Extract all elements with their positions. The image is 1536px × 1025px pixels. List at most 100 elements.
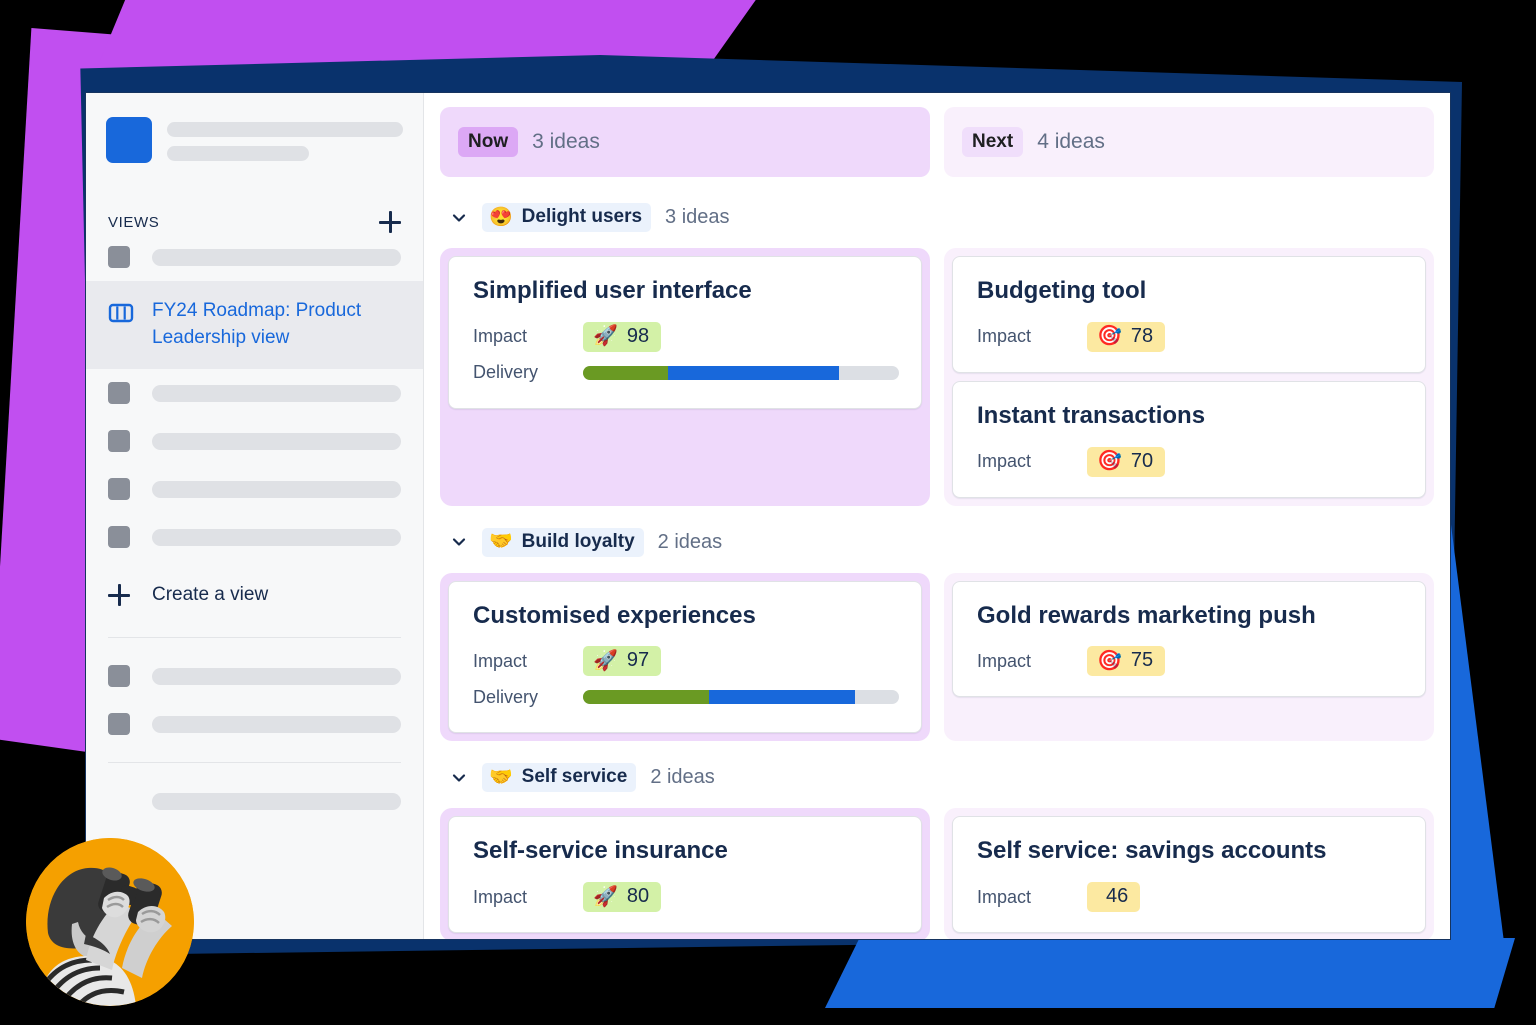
board-area: Now 3 ideas Next 4 ideas 😍 Delight users… bbox=[424, 93, 1450, 939]
screenshot-stage: VIEWS FY24 Roadmap: Product Leadership v… bbox=[0, 0, 1536, 1025]
idea-card-title: Budgeting tool bbox=[977, 277, 1147, 304]
workspace-logo bbox=[106, 117, 152, 163]
impact-value: 78 bbox=[1130, 324, 1154, 347]
sidebar-placeholder-item[interactable] bbox=[86, 417, 423, 465]
group-name-label: Delight users bbox=[521, 206, 643, 227]
column-badge-next[interactable]: Next bbox=[962, 127, 1024, 157]
impact-value-pill[interactable]: 🚀 80 bbox=[583, 882, 662, 913]
idea-card-title: Customised experiences bbox=[473, 601, 756, 629]
bullseye-icon: 🎯 bbox=[1097, 450, 1122, 473]
delivery-segment-inprogress bbox=[709, 690, 855, 705]
sidebar-placeholder-item[interactable] bbox=[86, 465, 423, 513]
idea-card[interactable]: Simplified user interface Impact 🚀 98 De… bbox=[448, 256, 922, 409]
impact-value-pill[interactable]: 🚀 97 bbox=[583, 646, 662, 677]
idea-card[interactable]: Customised experiences Impact 🚀 97 Deliv… bbox=[448, 580, 922, 734]
group-name-label: Build loyalty bbox=[521, 530, 635, 552]
impact-field: Impact 🎯 75 bbox=[977, 646, 1403, 677]
sidebar-placeholder-item[interactable] bbox=[86, 233, 423, 281]
placeholder-bar bbox=[152, 528, 401, 546]
placeholder-bar bbox=[152, 432, 401, 450]
sidebar-placeholder-item[interactable] bbox=[86, 513, 423, 561]
sidebar-placeholder-item[interactable] bbox=[86, 777, 423, 825]
app-window: VIEWS FY24 Roadmap: Product Leadership v… bbox=[85, 92, 1451, 940]
group-header-build-loyalty[interactable]: 🤝 Build loyalty 2 ideas bbox=[450, 527, 1434, 557]
swimlane-now-build-loyalty: Customised experiences Impact 🚀 97 Deliv… bbox=[440, 572, 930, 742]
group-chip: 🤝 Build loyalty bbox=[482, 527, 644, 557]
impact-label: Impact bbox=[473, 650, 528, 671]
delivery-progress-bar[interactable] bbox=[583, 365, 899, 380]
delivery-segment-done bbox=[583, 365, 669, 380]
impact-value-pill[interactable]: 🎯 75 bbox=[1087, 646, 1166, 677]
sidebar-placeholder-item[interactable] bbox=[86, 700, 423, 748]
delivery-field: Delivery bbox=[473, 682, 899, 712]
placeholder-square-icon bbox=[108, 526, 130, 548]
idea-card[interactable]: Instant transactions Impact 🎯 70 bbox=[952, 380, 1426, 498]
create-a-view-button[interactable]: Create a view bbox=[86, 567, 423, 623]
sidebar-placeholder-item[interactable] bbox=[86, 652, 423, 700]
chevron-down-icon[interactable] bbox=[450, 209, 468, 227]
sidebar-header bbox=[86, 93, 423, 163]
idea-card-title: Self-service insurance bbox=[473, 837, 728, 865]
column-count-next: 4 ideas bbox=[1037, 130, 1105, 153]
delivery-progress-bar[interactable] bbox=[583, 690, 899, 705]
delivery-label: Delivery bbox=[473, 686, 539, 707]
add-view-plus-icon[interactable] bbox=[379, 211, 401, 233]
idea-card[interactable]: Gold rewards marketing push Impact 🎯 75 bbox=[952, 580, 1426, 698]
placeholder-square-icon bbox=[108, 382, 130, 404]
impact-value-pill[interactable]: 🎯 78 bbox=[1087, 321, 1166, 352]
views-section-label: VIEWS bbox=[108, 213, 160, 231]
delivery-segment-inprogress bbox=[668, 365, 839, 380]
impact-label: Impact bbox=[977, 886, 1032, 907]
impact-value: 80 bbox=[626, 885, 650, 908]
rocket-icon: 🚀 bbox=[593, 885, 618, 908]
sidebar-item-label: FY24 Roadmap: Product Leadership view bbox=[152, 300, 362, 348]
chevron-down-icon[interactable] bbox=[450, 769, 468, 787]
group-count-label: 2 ideas bbox=[657, 530, 723, 553]
placeholder-bar bbox=[167, 145, 309, 161]
group-header-self-service[interactable]: 🤝 Self service 2 ideas bbox=[450, 763, 1434, 793]
workspace-title-placeholder bbox=[167, 120, 403, 161]
rocket-icon: 🚀 bbox=[593, 325, 618, 348]
group-header-delight-users[interactable]: 😍 Delight users 3 ideas bbox=[450, 203, 1434, 232]
placeholder-bar bbox=[152, 480, 401, 498]
placeholder-bar bbox=[152, 792, 401, 810]
sidebar-item-fy24-roadmap[interactable]: FY24 Roadmap: Product Leadership view bbox=[86, 281, 423, 369]
impact-field: Impact 🎯 70 bbox=[977, 446, 1403, 477]
idea-card-title: Self service: savings accounts bbox=[977, 837, 1327, 865]
placeholder-bar bbox=[167, 121, 403, 137]
handshake-icon: 🤝 bbox=[489, 766, 513, 788]
impact-value-pill[interactable]: 🚀 98 bbox=[583, 321, 662, 352]
sidebar: VIEWS FY24 Roadmap: Product Leadership v… bbox=[86, 93, 424, 939]
column-badge-now[interactable]: Now bbox=[458, 127, 519, 157]
impact-field: Impact 🚀 98 bbox=[473, 321, 899, 352]
impact-field: Impact 🚀 80 bbox=[473, 882, 899, 913]
avatar-illustration bbox=[26, 838, 194, 1006]
handshake-icon: 🤝 bbox=[489, 531, 513, 553]
swimlane-now-self-service: Self-service insurance Impact 🚀 80 bbox=[440, 808, 930, 939]
idea-card[interactable]: Budgeting tool Impact 🎯 78 bbox=[952, 256, 1426, 373]
sidebar-placeholder-item[interactable] bbox=[86, 369, 423, 417]
placeholder-bar bbox=[152, 667, 401, 685]
delivery-field: Delivery bbox=[473, 358, 899, 388]
idea-card[interactable]: Self-service insurance Impact 🚀 80 bbox=[448, 816, 922, 934]
placeholder-square-icon bbox=[108, 665, 130, 687]
idea-card[interactable]: Self service: savings accounts Impact 46 bbox=[952, 816, 1426, 934]
swimlane-empty-space bbox=[952, 705, 1426, 733]
smiling-face-with-hearts-icon: 😍 bbox=[489, 206, 513, 228]
group-chip: 😍 Delight users bbox=[482, 203, 652, 232]
placeholder-square-icon bbox=[108, 430, 130, 452]
group-body-build-loyalty: Customised experiences Impact 🚀 97 Deliv… bbox=[440, 572, 1434, 742]
impact-value: 97 bbox=[626, 649, 650, 672]
impact-value: 98 bbox=[626, 324, 650, 347]
impact-value: 75 bbox=[1130, 649, 1154, 672]
impact-label: Impact bbox=[977, 326, 1032, 347]
impact-value-pill[interactable]: 46 bbox=[1087, 882, 1141, 913]
group-chip: 🤝 Self service bbox=[482, 763, 637, 793]
sidebar-divider bbox=[108, 637, 401, 638]
impact-label: Impact bbox=[473, 326, 528, 347]
impact-label: Impact bbox=[977, 451, 1032, 472]
chevron-down-icon[interactable] bbox=[450, 533, 468, 551]
impact-value-pill[interactable]: 🎯 70 bbox=[1087, 446, 1166, 477]
impact-value: 46 bbox=[1106, 885, 1129, 908]
board-columns-icon bbox=[108, 301, 134, 330]
